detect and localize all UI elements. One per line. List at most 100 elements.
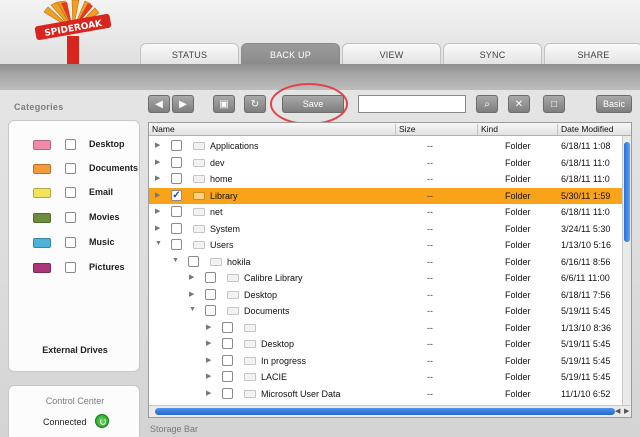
row-checkbox[interactable] (222, 387, 233, 399)
disclosure-collapsed-icon[interactable]: ▶ (155, 158, 160, 166)
category-checkbox[interactable] (65, 212, 76, 223)
row-checkbox[interactable] (188, 255, 199, 267)
tab-sync[interactable]: SYNC (443, 43, 542, 65)
category-documents[interactable]: Documents (9, 161, 141, 177)
disclosure-expanded-icon[interactable]: ▼ (172, 257, 179, 264)
stop-button[interactable]: □ (543, 95, 565, 113)
refresh-button[interactable]: ↻ (244, 95, 266, 113)
row-checkbox[interactable] (171, 156, 182, 168)
tree-row[interactable]: ▶ Desktop -- Folder 5/19/11 5:45 (149, 336, 625, 352)
tree-row[interactable]: ▶ LACIE -- Folder 5/19/11 5:45 (149, 369, 625, 385)
scroll-right-icon[interactable]: ▶ (624, 407, 629, 415)
tab-status[interactable]: STATUS (140, 43, 239, 65)
tab-view[interactable]: VIEW (342, 43, 441, 65)
tree-row[interactable]: ▶ Applications -- Folder 6/18/11 1:08 (149, 138, 625, 154)
disclosure-expanded-icon[interactable]: ▼ (155, 240, 162, 247)
tree-row[interactable]: ▶ -- Folder 1/13/10 8:36 (149, 320, 625, 336)
category-pictures[interactable]: Pictures (9, 260, 141, 276)
connection-status: Connected (43, 417, 87, 427)
disclosure-collapsed-icon[interactable]: ▶ (189, 273, 194, 281)
tree-row[interactable]: ▶ ✓ Library -- Folder 5/30/11 1:59 (149, 187, 625, 204)
forward-button[interactable]: ▶ (172, 95, 194, 113)
disclosure-collapsed-icon[interactable]: ▶ (189, 290, 194, 298)
control-center-panel: Control Center Connected (8, 385, 140, 437)
disclosure-collapsed-icon[interactable]: ▶ (155, 174, 160, 182)
scroll-left-icon[interactable]: ◀ (615, 407, 620, 415)
row-checkbox[interactable] (205, 288, 216, 300)
disclosure-collapsed-icon[interactable]: ▶ (155, 141, 160, 149)
power-icon[interactable] (95, 414, 109, 428)
row-checkbox[interactable] (171, 222, 182, 234)
tree-row[interactable]: ▶ Microsoft User Data -- Folder 11/1/10 6:52 (149, 386, 625, 402)
row-checkbox[interactable] (222, 321, 233, 333)
row-kind: Folder (505, 223, 531, 234)
disclosure-collapsed-icon[interactable]: ▶ (206, 356, 211, 364)
tree-row[interactable]: ▶ Desktop -- Folder 6/18/11 7:56 (149, 287, 625, 303)
column-date-modified[interactable]: Date Modified (557, 124, 613, 135)
tree-row[interactable]: ▶ Calibre Library -- Folder 6/6/11 11:00 (149, 270, 625, 286)
disclosure-collapsed-icon[interactable]: ▶ (155, 207, 160, 215)
storage-bar-label: Storage Bar (150, 424, 199, 434)
row-checkbox[interactable] (171, 206, 182, 217)
disclosure-collapsed-icon[interactable]: ▶ (206, 372, 211, 380)
disclosure-collapsed-icon[interactable]: ▶ (155, 191, 160, 199)
vertical-scroll-thumb[interactable] (624, 142, 630, 242)
category-desktop[interactable]: Desktop (9, 137, 141, 153)
disclosure-expanded-icon[interactable]: ▼ (189, 306, 196, 313)
row-checkbox[interactable]: ✓ (171, 189, 182, 201)
row-checkbox[interactable] (205, 305, 216, 316)
tree-row[interactable]: ▶ System -- Folder 3/24/11 5:30 (149, 221, 625, 237)
vertical-scrollbar[interactable] (622, 136, 631, 406)
category-movies[interactable]: Movies (9, 210, 141, 226)
select-all-button[interactable]: ▣ (213, 95, 235, 113)
row-checkbox[interactable] (222, 371, 233, 382)
tree-row[interactable]: ▼ Users -- Folder 1/13/10 5:16 (149, 237, 625, 253)
disclosure-collapsed-icon[interactable]: ▶ (206, 339, 211, 347)
disclosure-collapsed-icon[interactable]: ▶ (155, 224, 160, 232)
row-checkbox[interactable] (222, 354, 233, 366)
tab-share[interactable]: SHARE (544, 43, 640, 65)
column-name[interactable]: Name (149, 124, 175, 135)
row-checkbox[interactable] (171, 140, 182, 151)
row-kind: Folder (505, 157, 531, 168)
category-music[interactable]: Music (9, 235, 141, 251)
tree-row[interactable]: ▶ home -- Folder 6/18/11 11:0 (149, 171, 625, 187)
tree-row[interactable]: ▶ net -- Folder 6/18/11 11:0 (149, 204, 625, 220)
category-checkbox[interactable] (65, 163, 76, 174)
row-kind: Folder (505, 289, 531, 300)
row-date-modified: 6/18/11 11:0 (561, 207, 610, 217)
tree-row[interactable]: ▶ In progress -- Folder 5/19/11 5:45 (149, 353, 625, 369)
basic-button[interactable]: Basic (596, 95, 632, 113)
search-button[interactable]: ⌕ (476, 95, 498, 113)
column-size[interactable]: Size (395, 124, 416, 135)
column-kind[interactable]: Kind (477, 124, 498, 135)
category-checkbox[interactable] (65, 262, 76, 273)
category-checkbox[interactable] (65, 139, 76, 150)
folder-icon (244, 340, 256, 348)
category-label: Music (89, 237, 115, 247)
horizontal-scroll-thumb[interactable] (155, 408, 615, 415)
disclosure-collapsed-icon[interactable]: ▶ (206, 323, 211, 331)
row-checkbox[interactable] (205, 272, 216, 283)
tree-row[interactable]: ▼ Documents -- Folder 5/19/11 5:45 (149, 303, 625, 319)
category-email[interactable]: Email (9, 185, 141, 201)
tab-back-up[interactable]: BACK UP (241, 43, 340, 65)
row-name: Users (210, 240, 234, 250)
row-name: In progress (261, 355, 307, 366)
row-checkbox[interactable] (222, 338, 233, 349)
row-size: -- (427, 174, 433, 184)
row-checkbox[interactable] (171, 173, 182, 184)
back-button[interactable]: ◀ (148, 95, 170, 113)
category-checkbox[interactable] (65, 237, 76, 248)
horizontal-scrollbar[interactable]: ◀ ▶ (149, 405, 631, 417)
row-checkbox[interactable] (171, 239, 182, 250)
tree-row[interactable]: ▼ hokila -- Folder 6/16/11 8:56 (149, 254, 625, 270)
clear-button[interactable]: ✕ (508, 95, 530, 113)
row-date-modified: 6/16/11 8:56 (561, 256, 611, 267)
category-checkbox[interactable] (65, 187, 76, 198)
folder-icon (227, 290, 239, 299)
disclosure-collapsed-icon[interactable]: ▶ (206, 389, 211, 397)
search-input[interactable] (358, 95, 466, 113)
control-center-title: Control Center (45, 396, 105, 406)
tree-row[interactable]: ▶ dev -- Folder 6/18/11 11:0 (149, 155, 625, 171)
